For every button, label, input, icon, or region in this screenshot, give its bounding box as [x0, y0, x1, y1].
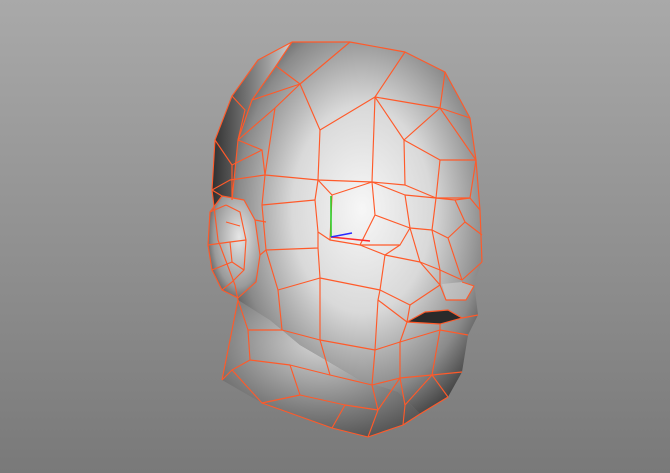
3d-viewport[interactable] — [0, 0, 670, 473]
scene-canvas[interactable] — [0, 0, 670, 473]
